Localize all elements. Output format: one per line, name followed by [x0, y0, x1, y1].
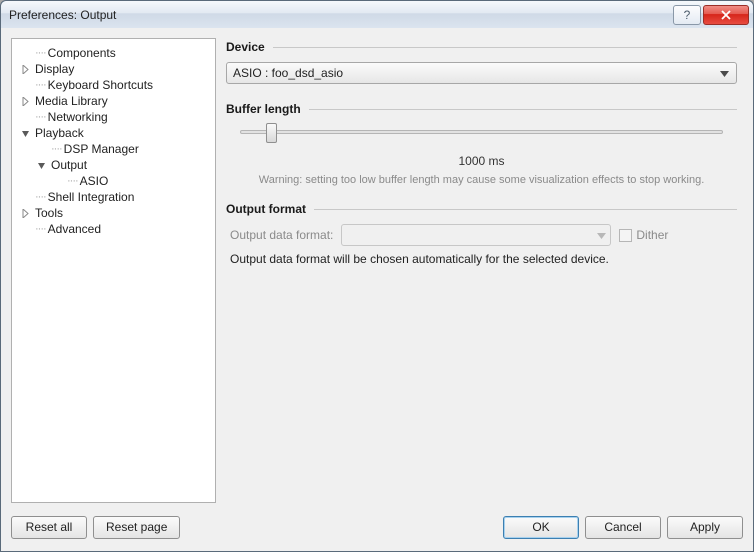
cancel-button[interactable]: Cancel — [585, 516, 661, 539]
reset-all-button[interactable]: Reset all — [11, 516, 87, 539]
buffer-value-label: 1000 ms — [240, 154, 723, 168]
tree-item-advanced[interactable]: ····Advanced — [14, 221, 213, 237]
checkbox-icon — [619, 229, 632, 242]
ok-button[interactable]: OK — [503, 516, 579, 539]
output-format-select — [341, 224, 611, 246]
titlebar[interactable]: Preferences: Output ? — [1, 1, 753, 29]
window-title: Preferences: Output — [9, 8, 671, 22]
output-format-note: Output data format will be chosen automa… — [230, 252, 733, 266]
preferences-window: Preferences: Output ? ····Components Dis… — [0, 0, 754, 552]
apply-button[interactable]: Apply — [667, 516, 743, 539]
chevron-down-icon — [597, 228, 606, 242]
dither-checkbox: Dither — [619, 228, 668, 242]
svg-text:?: ? — [684, 9, 691, 21]
output-format-label: Output data format: — [230, 228, 333, 242]
client-area: ····Components Display ····Keyboard Shor… — [1, 28, 753, 551]
tree-item-playback[interactable]: Playback — [14, 125, 213, 141]
device-combobox[interactable]: ASIO : foo_dsd_asio — [226, 62, 737, 84]
buffer-slider-thumb[interactable] — [266, 123, 277, 143]
preferences-tree[interactable]: ····Components Display ····Keyboard Shor… — [11, 38, 216, 503]
chevron-right-icon[interactable] — [20, 208, 31, 219]
chevron-down-icon — [716, 66, 732, 80]
tree-item-shell-integration[interactable]: ····Shell Integration — [14, 189, 213, 205]
buffer-slider-wrap: 1000 ms — [226, 124, 737, 170]
tree-item-output[interactable]: Output — [14, 157, 213, 173]
format-group-title: Output format — [226, 202, 737, 216]
tree-item-networking[interactable]: ····Networking — [14, 109, 213, 125]
content-row: ····Components Display ····Keyboard Shor… — [11, 38, 743, 503]
output-panel: Device ASIO : foo_dsd_asio Buffer length… — [226, 38, 743, 503]
chevron-down-icon[interactable] — [36, 160, 47, 171]
buffer-slider[interactable] — [240, 130, 723, 134]
close-button[interactable] — [703, 5, 749, 25]
tree-item-keyboard-shortcuts[interactable]: ····Keyboard Shortcuts — [14, 77, 213, 93]
tree-item-components[interactable]: ····Components — [14, 45, 213, 61]
chevron-right-icon[interactable] — [20, 96, 31, 107]
button-row: Reset all Reset page OK Cancel Apply — [11, 513, 743, 541]
close-icon — [720, 10, 732, 20]
device-selected-value: ASIO : foo_dsd_asio — [233, 66, 716, 80]
tree-item-media-library[interactable]: Media Library — [14, 93, 213, 109]
dither-label: Dither — [636, 228, 668, 242]
tree-item-dsp-manager[interactable]: ····DSP Manager — [14, 141, 213, 157]
reset-page-button[interactable]: Reset page — [93, 516, 180, 539]
buffer-group-title: Buffer length — [226, 102, 737, 116]
help-button[interactable]: ? — [673, 5, 701, 25]
output-format-row: Output data format: Dither — [230, 224, 733, 246]
tree-item-asio[interactable]: ····ASIO — [14, 173, 213, 189]
chevron-right-icon[interactable] — [20, 64, 31, 75]
buffer-warning: Warning: setting too low buffer length m… — [226, 174, 737, 186]
titlebar-buttons: ? — [671, 5, 749, 25]
device-group-title: Device — [226, 40, 737, 54]
chevron-down-icon[interactable] — [20, 128, 31, 139]
help-icon: ? — [682, 9, 692, 21]
tree-item-display[interactable]: Display — [14, 61, 213, 77]
tree-item-tools[interactable]: Tools — [14, 205, 213, 221]
